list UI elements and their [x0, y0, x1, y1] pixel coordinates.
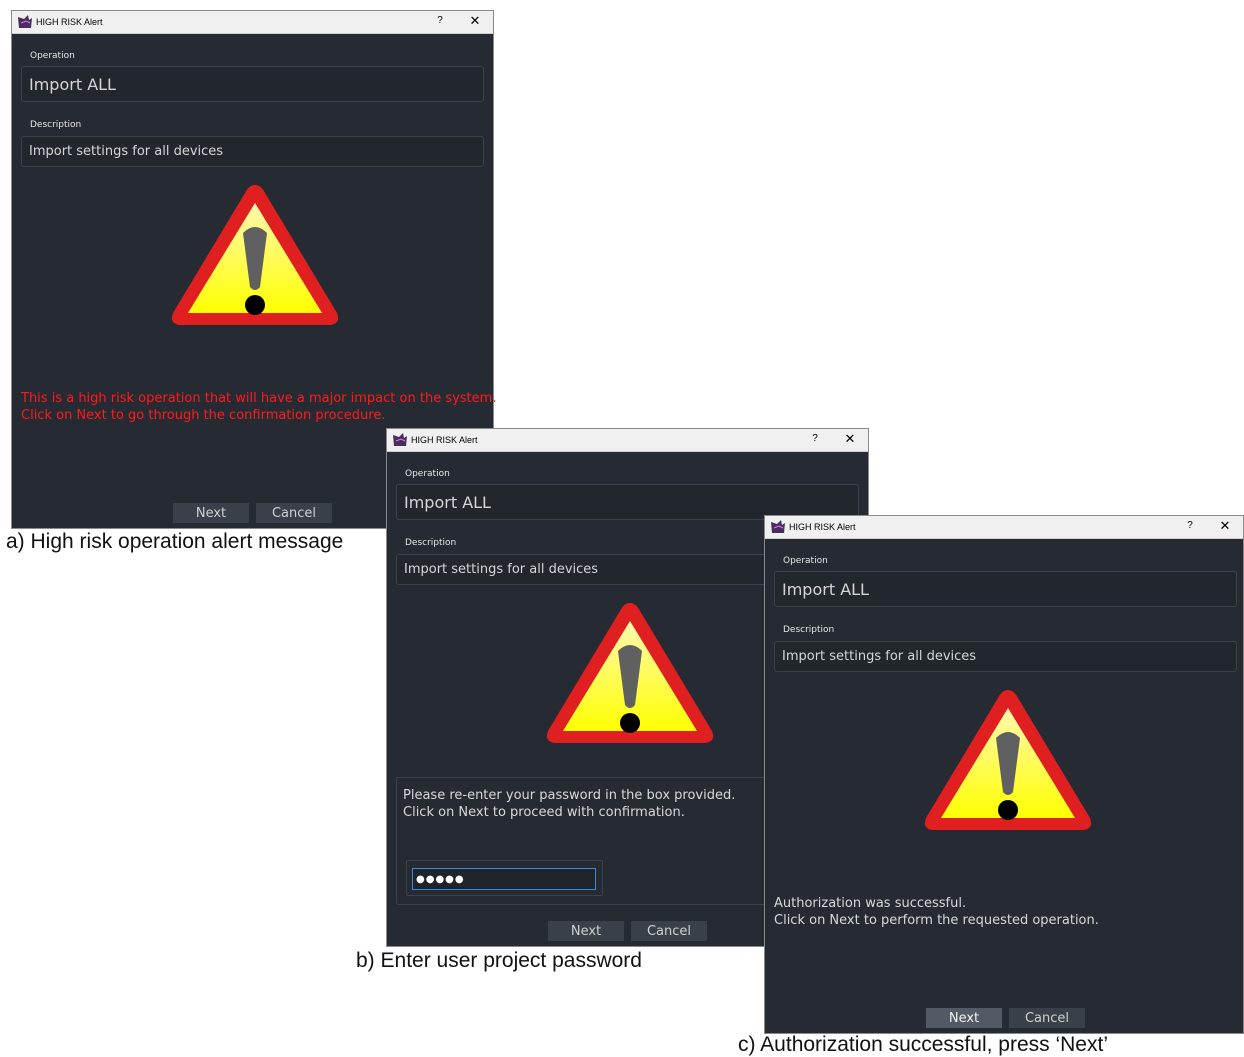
description-value: Import settings for all devices	[29, 144, 224, 159]
caption-a: a) High risk operation alert message	[6, 530, 344, 553]
help-button[interactable]: ?	[435, 15, 445, 26]
title-bar[interactable]: HIGH RISK Alert ? ✕	[12, 11, 493, 34]
cancel-button[interactable]: Cancel	[256, 503, 332, 523]
operation-label: Operation	[30, 51, 75, 61]
risk-message: This is a high risk operation that will …	[21, 391, 497, 423]
window-title: HIGH RISK Alert	[36, 17, 103, 27]
caption-c: c) Authorization successful, press ‘Next…	[738, 1033, 1108, 1056]
description-label: Description	[405, 538, 457, 548]
close-button[interactable]: ✕	[844, 431, 856, 447]
operation-field: Import ALL	[21, 66, 484, 102]
operation-label: Operation	[405, 469, 450, 479]
window-title: HIGH RISK Alert	[789, 522, 856, 532]
next-button[interactable]: Next	[548, 921, 624, 941]
authorization-message: Authorization was successful. Click on N…	[774, 896, 1099, 928]
close-button[interactable]: ✕	[1219, 518, 1231, 534]
warning-icon	[924, 690, 1092, 830]
dialog-c-authorization-success: HIGH RISK Alert ? ✕ Operation Import ALL…	[764, 515, 1244, 1034]
window-title: HIGH RISK Alert	[411, 435, 478, 445]
caption-b: b) Enter user project password	[356, 949, 642, 972]
warning-icon	[171, 185, 339, 325]
app-logo-icon	[771, 520, 785, 533]
operation-value: Import ALL	[404, 492, 491, 512]
description-field: Import settings for all devices	[21, 136, 484, 167]
description-field: Import settings for all devices	[774, 641, 1237, 672]
operation-value: Import ALL	[782, 579, 869, 599]
close-button[interactable]: ✕	[469, 13, 481, 29]
next-button[interactable]: Next	[926, 1008, 1002, 1028]
description-label: Description	[783, 625, 835, 635]
next-button[interactable]: Next	[173, 503, 249, 523]
password-instructions: Please re-enter your password in the box…	[403, 788, 736, 820]
operation-label: Operation	[783, 556, 828, 566]
title-bar[interactable]: HIGH RISK Alert ? ✕	[765, 516, 1243, 539]
title-bar[interactable]: HIGH RISK Alert ? ✕	[387, 429, 868, 452]
operation-value: Import ALL	[29, 74, 116, 94]
cancel-button[interactable]: Cancel	[1009, 1008, 1085, 1028]
description-value: Import settings for all devices	[782, 649, 977, 664]
description-value: Import settings for all devices	[404, 562, 599, 577]
password-frame: ●●●●●	[406, 860, 603, 896]
cancel-button[interactable]: Cancel	[631, 921, 707, 941]
help-button[interactable]: ?	[1185, 520, 1195, 531]
warning-icon	[546, 603, 714, 743]
password-input[interactable]: ●●●●●	[412, 868, 596, 890]
description-label: Description	[30, 120, 82, 130]
operation-field: Import ALL	[774, 571, 1237, 607]
app-logo-icon	[18, 15, 32, 28]
app-logo-icon	[393, 433, 407, 446]
help-button[interactable]: ?	[810, 433, 820, 444]
